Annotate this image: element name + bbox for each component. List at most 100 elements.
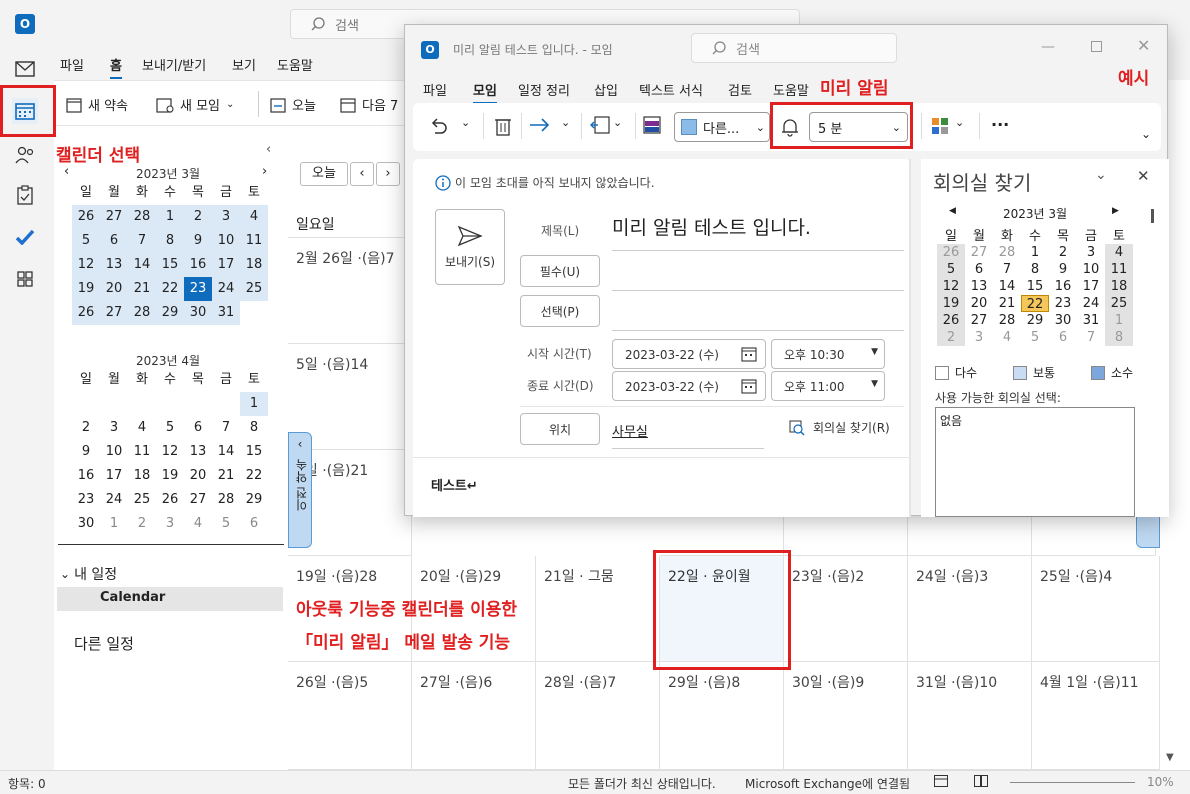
calendar-day[interactable]: 28	[128, 205, 156, 229]
calendar-day[interactable]	[100, 392, 128, 416]
minimize-icon[interactable]: —	[1041, 39, 1055, 55]
calendar-day[interactable]: 16	[72, 464, 100, 488]
required-attendees-field[interactable]	[612, 255, 904, 291]
next-period-button[interactable]: ›	[376, 162, 400, 186]
calendar-day[interactable]: 26	[72, 301, 100, 325]
calendar-day[interactable]: 1	[100, 512, 128, 536]
calendar-day[interactable]: 17	[212, 253, 240, 277]
calendar-day[interactable]: 24	[212, 277, 240, 301]
prev-month-icon[interactable]: ‹	[64, 164, 69, 179]
collapse-pane-icon[interactable]: ‹	[266, 142, 271, 157]
room-finder-day[interactable]: 27	[965, 244, 993, 261]
calendar-day[interactable]: 4	[184, 512, 212, 536]
calendar-day[interactable]: 7	[128, 229, 156, 253]
room-finder-day[interactable]: 7	[993, 261, 1021, 278]
dialog-tab-file[interactable]: 파일	[423, 80, 447, 99]
room-finder-day[interactable]: 11	[1105, 261, 1133, 278]
room-finder-day[interactable]: 3	[1077, 244, 1105, 261]
calendar-day[interactable]: 2	[72, 416, 100, 440]
calendar-day[interactable]: 13	[184, 440, 212, 464]
room-finder-day[interactable]: 4	[1105, 244, 1133, 261]
calendar-day[interactable]: 26	[156, 488, 184, 512]
calendar-day[interactable]	[184, 392, 212, 416]
calendar-day[interactable]: 5	[156, 416, 184, 440]
dialog-tab-meeting[interactable]: 모임	[473, 80, 497, 104]
calendar-day[interactable]: 18	[128, 464, 156, 488]
prev-period-button[interactable]: ‹	[350, 162, 374, 186]
calendar-day[interactable]: 30	[72, 512, 100, 536]
calendar-day[interactable]: 11	[128, 440, 156, 464]
room-finder-day[interactable]: 24	[1077, 295, 1105, 312]
today-button[interactable]: 오늘	[270, 95, 316, 114]
calendar-day-cell[interactable]: 27일 ·(음)6	[412, 662, 536, 770]
categorize-dropdown[interactable]: 다른... ⌄	[674, 112, 770, 142]
next-month-icon[interactable]: ▶	[1112, 206, 1119, 216]
calendar-day[interactable]: 27	[100, 301, 128, 325]
calendar-day[interactable]: 15	[156, 253, 184, 277]
room-finder-day[interactable]: 5	[1021, 329, 1049, 346]
calendar-day-cell[interactable]: 25일 ·(음)4	[1032, 556, 1160, 662]
new-meeting-button[interactable]: 새 모임 ⌄	[156, 95, 234, 114]
message-body[interactable]: 테스트↵	[431, 475, 478, 494]
calendar-day[interactable]: 1	[156, 205, 184, 229]
calendar-day[interactable]: 26	[72, 205, 100, 229]
room-finder-day[interactable]: 28	[993, 244, 1021, 261]
calendar-day[interactable]: 5	[212, 512, 240, 536]
calendar-day[interactable]: 27	[184, 488, 212, 512]
room-finder-day[interactable]: 6	[1049, 329, 1077, 346]
delete-icon[interactable]	[495, 116, 511, 136]
other-calendars-group[interactable]: 다른 일정	[74, 633, 134, 654]
calendar-day[interactable]: 10	[212, 229, 240, 253]
calendar-day[interactable]: 25	[128, 488, 156, 512]
calendar-day[interactable]: 2	[184, 205, 212, 229]
prev-month-icon[interactable]: ◀	[949, 206, 956, 216]
room-finder-day[interactable]: 6	[965, 261, 993, 278]
room-finder-day[interactable]: 5	[937, 261, 965, 278]
calendar-day-cell[interactable]: 29일 ·(음)8	[660, 662, 784, 770]
calendar-day[interactable]: 20	[184, 464, 212, 488]
calendar-day[interactable]	[212, 392, 240, 416]
tab-send-receive[interactable]: 보내기/받기	[142, 55, 206, 74]
required-attendees-button[interactable]: 필수(U)	[520, 255, 600, 287]
calendar-day[interactable]: 24	[100, 488, 128, 512]
optional-attendees-button[interactable]: 선택(P)	[520, 295, 600, 327]
next-days-button[interactable]: 다음 7	[340, 95, 398, 114]
calendar-day[interactable]: 20	[100, 277, 128, 301]
scrollbar-thumb[interactable]	[1151, 209, 1154, 223]
end-date-picker[interactable]: 2023-03-22 (수)	[612, 371, 766, 401]
room-finder-day[interactable]: 2	[1049, 244, 1077, 261]
calendar-day[interactable]: 12	[72, 253, 100, 277]
calendar-day[interactable]: 16	[184, 253, 212, 277]
mail-icon[interactable]	[12, 56, 38, 82]
calendar-day[interactable]: 23	[184, 277, 212, 301]
calendar-day[interactable]: 9	[184, 229, 212, 253]
calendar-day-cell[interactable]: 24일 ·(음)3	[908, 556, 1032, 662]
send-button[interactable]: 보내기(S)	[435, 209, 505, 285]
room-finder-day[interactable]: 7	[1077, 329, 1105, 346]
calendar-day-cell[interactable]: 26일 ·(음)5	[288, 662, 412, 770]
room-finder-day[interactable]: 26	[937, 312, 965, 329]
close-icon[interactable]: ✕	[1137, 36, 1150, 55]
reading-view-icon[interactable]	[974, 775, 988, 787]
dialog-tab-insert[interactable]: 삽입	[594, 80, 618, 99]
calendar-day[interactable]: 21	[128, 277, 156, 301]
chevron-down-icon[interactable]: ⌄	[461, 116, 470, 129]
calendar-day[interactable]: 3	[156, 512, 184, 536]
next-appointment-button[interactable]	[1136, 512, 1160, 548]
start-date-picker[interactable]: 2023-03-22 (수)	[612, 339, 766, 369]
calendar-day[interactable]: 22	[240, 464, 268, 488]
tab-home[interactable]: 홈	[110, 55, 122, 79]
room-finder-day[interactable]: 20	[965, 295, 993, 312]
calendar-day[interactable]: 23	[72, 488, 100, 512]
calendar-day[interactable]	[156, 392, 184, 416]
calendar-day[interactable]: 4	[128, 416, 156, 440]
location-button[interactable]: 위치	[520, 413, 600, 445]
previous-appointment-button[interactable]: ‹ 이전 약속	[288, 432, 312, 548]
calendar-day[interactable]: 4	[240, 205, 268, 229]
calendar-day[interactable]: 17	[100, 464, 128, 488]
chevron-down-icon[interactable]: ⌄	[613, 116, 622, 129]
room-finder-day[interactable]: 14	[993, 278, 1021, 295]
show-as-icon[interactable]	[643, 115, 661, 135]
calendar-day[interactable]: 19	[72, 277, 100, 301]
calendar-day[interactable]: 28	[128, 301, 156, 325]
